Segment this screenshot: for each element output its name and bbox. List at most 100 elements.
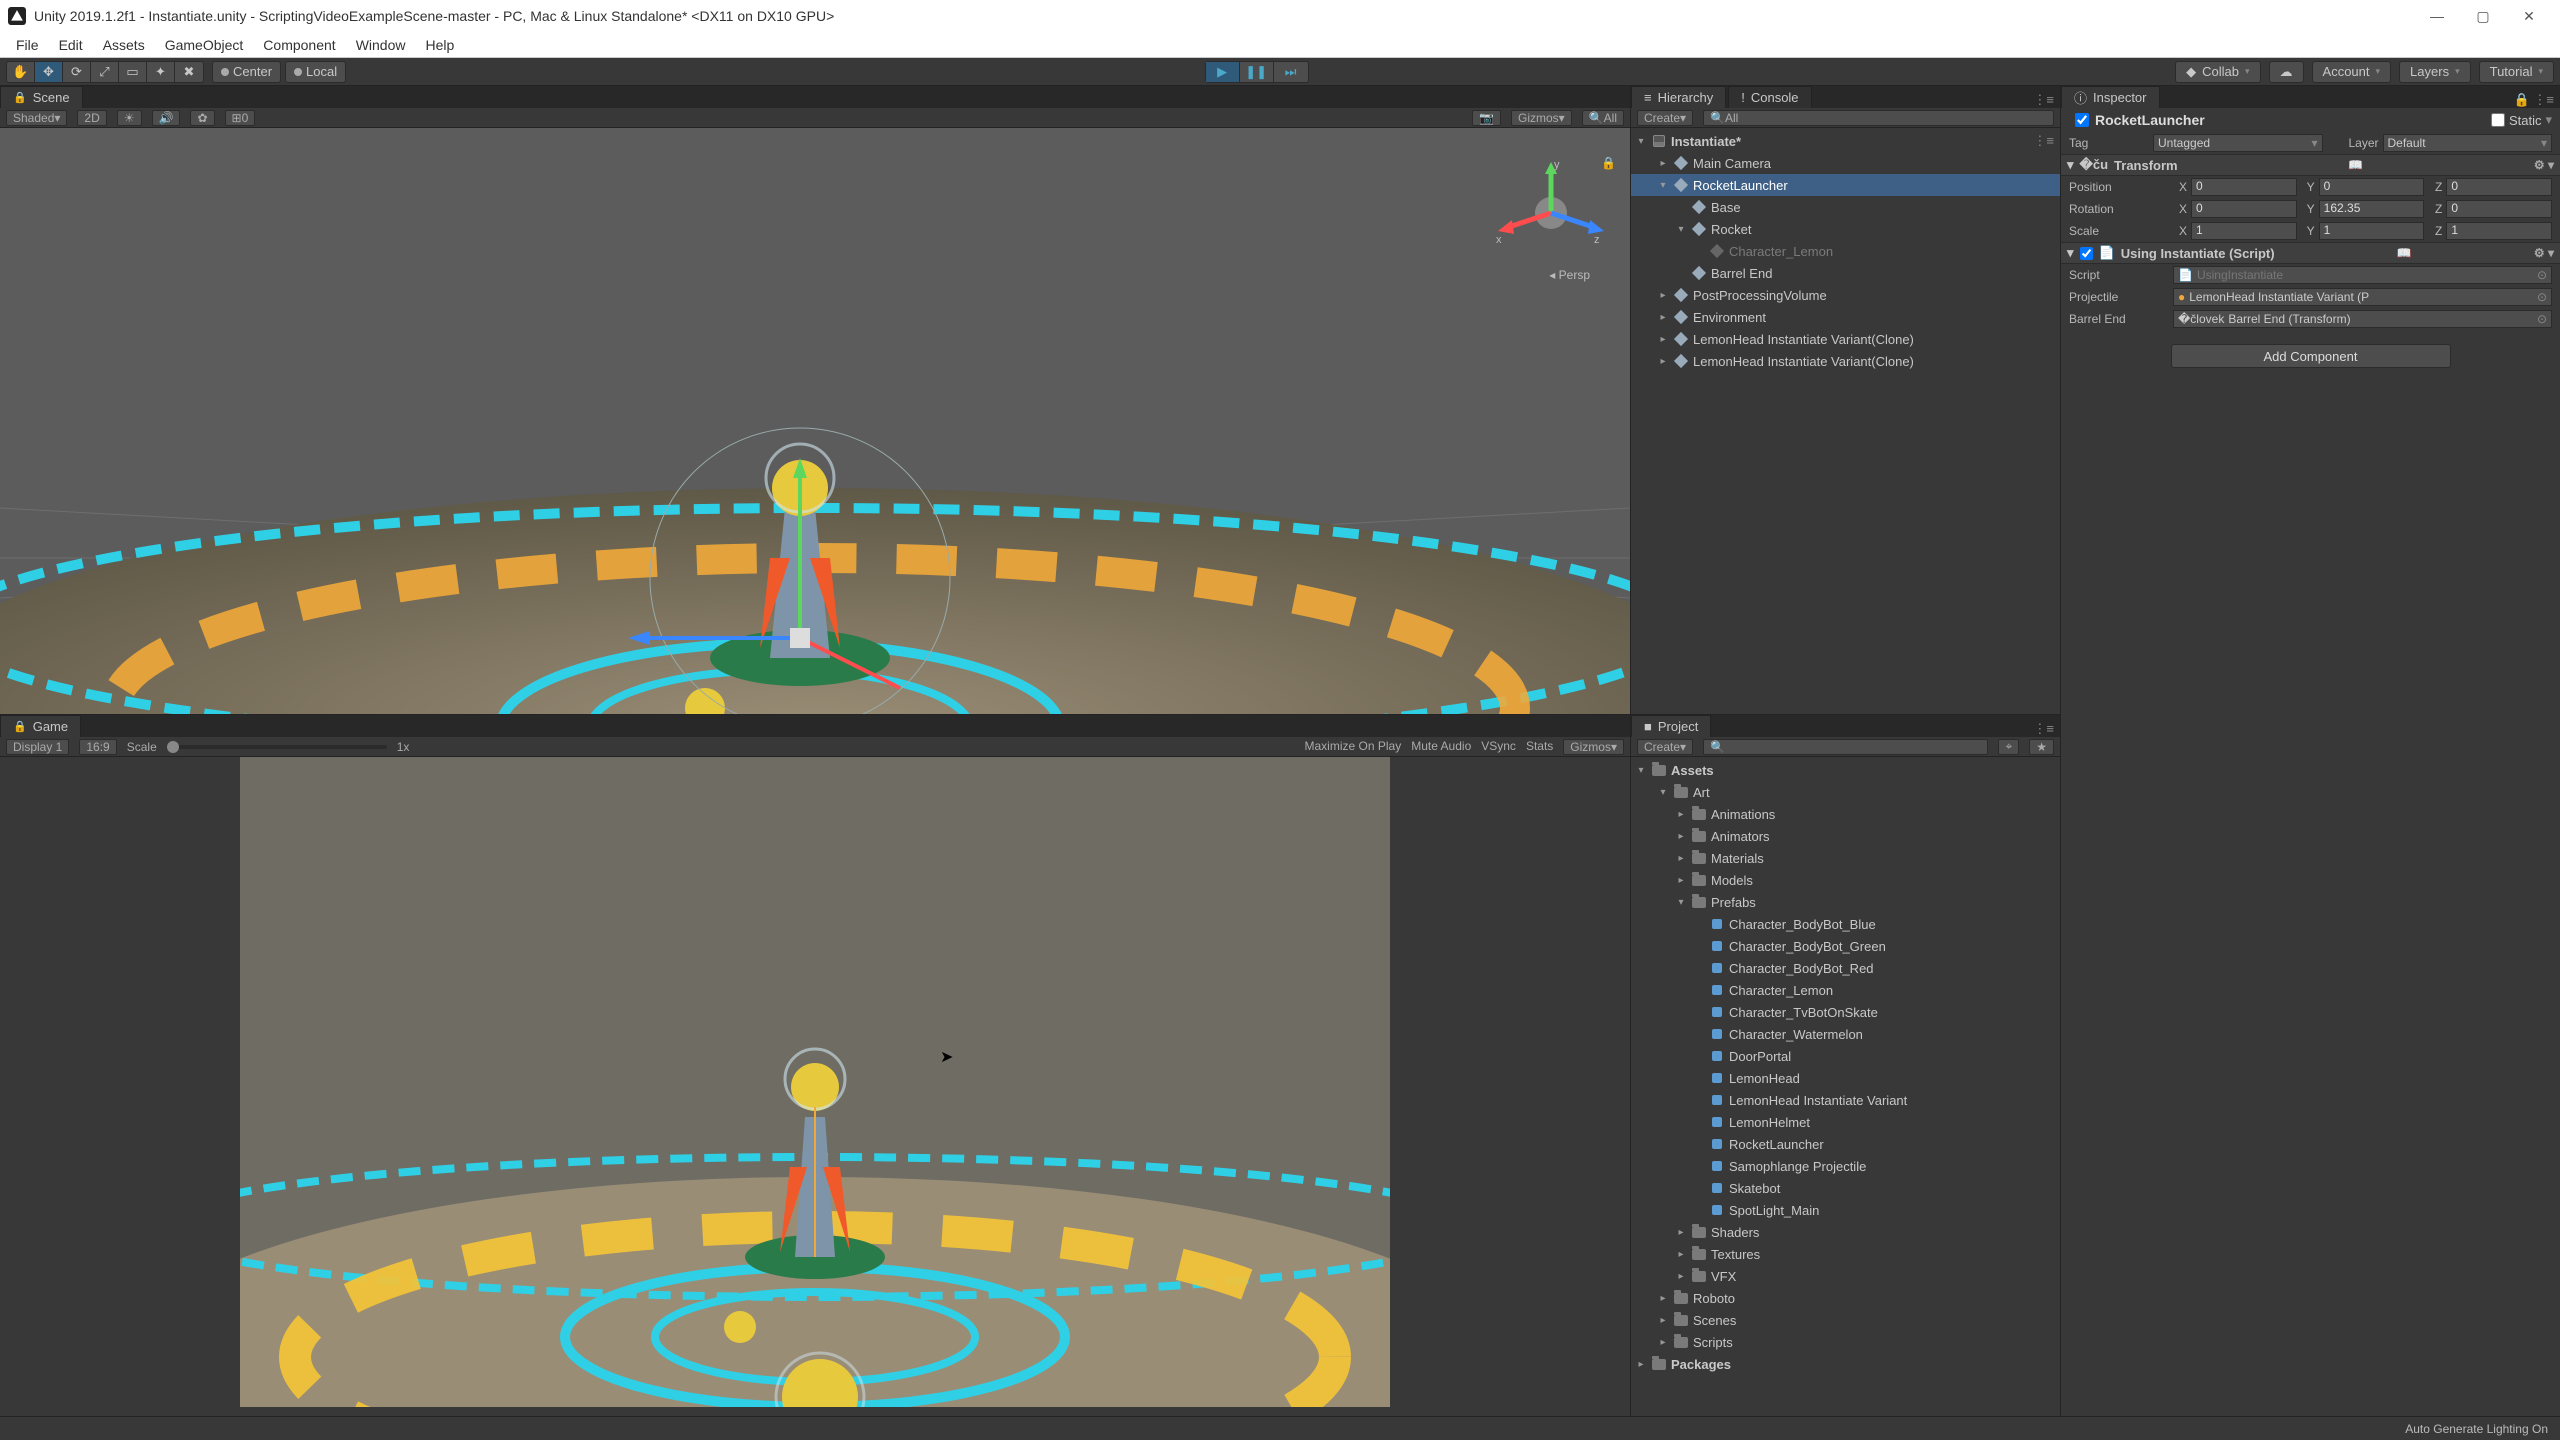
hierarchy-item[interactable]: Barrel End [1631,262,2060,284]
pause-button[interactable]: ❚❚ [1240,62,1274,82]
maximize-on-play-toggle[interactable]: Maximize On Play [1305,739,1402,755]
rect-tool[interactable]: ▭ [119,62,147,82]
scale-tool[interactable]: ⤢ [91,62,119,82]
hierarchy-item[interactable]: Character_Lemon [1631,240,2060,262]
scale-z-field[interactable]: 1 [2446,222,2552,240]
hierarchy-item[interactable]: ▾Rocket [1631,218,2060,240]
barrel-end-field[interactable]: �človekBarrel End (Transform)⊙ [2173,310,2552,328]
script-component-header[interactable]: ▾ 📄 Using Instantiate (Script) 📖 ⚙ ▾ [2061,242,2560,264]
menu-file[interactable]: File [6,35,49,55]
hierarchy-item[interactable]: ▸LemonHead Instantiate Variant(Clone) [1631,328,2060,350]
project-create-dropdown[interactable]: Create ▾ [1637,739,1693,755]
project-folder[interactable]: ▸Textures [1631,1243,2060,1265]
rotate-tool[interactable]: ⟳ [63,62,91,82]
project-folder[interactable]: ▸Models [1631,869,2060,891]
project-prefab[interactable]: LemonHead Instantiate Variant [1631,1089,2060,1111]
script-enabled-checkbox[interactable] [2080,247,2093,260]
gizmos-dropdown[interactable]: Gizmos ▾ [1511,110,1572,126]
tab-game[interactable]: 🔒Game [0,715,81,737]
scene-audio-toggle[interactable]: 🔊 [152,110,181,126]
scene-extras-dropdown[interactable]: ⊞ 0 [225,110,256,126]
menu-component[interactable]: Component [253,35,345,55]
layer-dropdown[interactable]: Default▾ [2383,134,2553,152]
component-help-icon[interactable]: 📖 [2348,158,2363,172]
project-folder[interactable]: ▸Materials [1631,847,2060,869]
project-prefab[interactable]: Character_BodyBot_Red [1631,957,2060,979]
minimize-button[interactable]: — [2414,0,2460,32]
project-folder[interactable]: ▾Prefabs [1631,891,2060,913]
game-viewport[interactable]: ➤ [0,757,1630,1416]
position-x-field[interactable]: 0 [2191,178,2297,196]
account-dropdown[interactable]: Account▾ [2312,61,2392,83]
component-menu-icon[interactable]: ⚙ ▾ [2534,158,2554,172]
tag-dropdown[interactable]: Untagged▾ [2153,134,2323,152]
gizmo-lock-icon[interactable]: 🔒 [1601,156,1616,170]
panel-menu-icon[interactable]: ⋮≡ [2027,92,2060,108]
script-field[interactable]: 📄UsingInstantiate⊙ [2173,266,2552,284]
step-button[interactable]: ⏭ [1274,62,1308,82]
rotation-y-field[interactable]: 162.35 [2319,200,2425,218]
hierarchy-tree[interactable]: ▾ Instantiate* ⋮≡ ▸Main Camera▾RocketLau… [1631,128,2060,714]
scene-viewport[interactable]: y x z ◂ Persp 🔒 [0,128,1630,714]
scale-slider[interactable] [167,745,387,749]
project-prefab[interactable]: RocketLauncher [1631,1133,2060,1155]
panel-menu-icon[interactable]: ⋮≡ [2027,721,2060,737]
assets-root[interactable]: ▾Assets [1631,759,2060,781]
layers-dropdown[interactable]: Layers▾ [2399,61,2471,83]
scale-y-field[interactable]: 1 [2319,222,2425,240]
project-star-icon[interactable]: ★ [2029,739,2054,755]
project-prefab[interactable]: Samophlange Projectile [1631,1155,2060,1177]
project-folder[interactable]: ▸Shaders [1631,1221,2060,1243]
scale-x-field[interactable]: 1 [2191,222,2297,240]
custom-tool[interactable]: ✖ [175,62,203,82]
tab-inspector[interactable]: ⓘ Inspector [2061,86,2160,108]
project-folder[interactable]: ▸Animators [1631,825,2060,847]
tab-project[interactable]: ■ Project [1631,715,1711,737]
hand-tool[interactable]: ✋ [7,62,35,82]
maximize-button[interactable]: ▢ [2460,0,2506,32]
project-folder[interactable]: ▾Art [1631,781,2060,803]
shading-mode-dropdown[interactable]: Shaded ▾ [6,110,67,126]
collab-button[interactable]: ◆Collab▾ [2175,61,2260,83]
hierarchy-item[interactable]: ▾RocketLauncher [1631,174,2060,196]
hierarchy-item[interactable]: ▸PostProcessingVolume [1631,284,2060,306]
scene-camera-button[interactable]: 📷 [1472,110,1501,126]
aspect-dropdown[interactable]: 16:9 [79,739,116,755]
project-prefab[interactable]: Character_Lemon [1631,979,2060,1001]
close-button[interactable]: ✕ [2506,0,2552,32]
menu-help[interactable]: Help [415,35,464,55]
tab-scene[interactable]: 🔒Scene [0,86,83,108]
project-prefab[interactable]: LemonHead [1631,1067,2060,1089]
move-tool[interactable]: ✥ [35,62,63,82]
component-help-icon[interactable]: 📖 [2397,246,2412,260]
orientation-gizmo[interactable]: y x z [1496,158,1606,268]
menu-assets[interactable]: Assets [93,35,155,55]
mode-2d-toggle[interactable]: 2D [77,110,106,126]
layout-dropdown[interactable]: Tutorial▾ [2479,61,2554,83]
display-dropdown[interactable]: Display 1 [6,739,69,755]
hierarchy-item[interactable]: Base [1631,196,2060,218]
scene-root[interactable]: ▾ Instantiate* ⋮≡ [1631,130,2060,152]
project-search[interactable]: 🔍 [1703,739,1988,755]
add-component-button[interactable]: Add Component [2171,344,2451,368]
menu-gameobject[interactable]: GameObject [155,35,254,55]
project-prefab[interactable]: DoorPortal [1631,1045,2060,1067]
position-z-field[interactable]: 0 [2446,178,2552,196]
hierarchy-item[interactable]: ▸Environment [1631,306,2060,328]
hierarchy-item[interactable]: ▸Main Camera [1631,152,2060,174]
project-prefab[interactable]: Skatebot [1631,1177,2060,1199]
project-prefab[interactable]: Character_BodyBot_Green [1631,935,2060,957]
project-folder[interactable]: ▸Scripts [1631,1331,2060,1353]
scene-lighting-toggle[interactable]: ☀ [117,110,142,126]
rotation-x-field[interactable]: 0 [2191,200,2297,218]
hierarchy-create-dropdown[interactable]: Create ▾ [1637,110,1693,126]
packages-root[interactable]: ▸Packages [1631,1353,2060,1375]
scene-fx-toggle[interactable]: ✿ [190,110,214,126]
project-folder[interactable]: ▸Roboto [1631,1287,2060,1309]
position-y-field[interactable]: 0 [2319,178,2425,196]
cloud-button[interactable]: ☁ [2269,61,2304,83]
transform-component-header[interactable]: ▾�ču Transform 📖 ⚙ ▾ [2061,154,2560,176]
project-folder[interactable]: ▸Animations [1631,803,2060,825]
rotation-z-field[interactable]: 0 [2446,200,2552,218]
scene-menu-icon[interactable]: ⋮≡ [2033,133,2054,149]
